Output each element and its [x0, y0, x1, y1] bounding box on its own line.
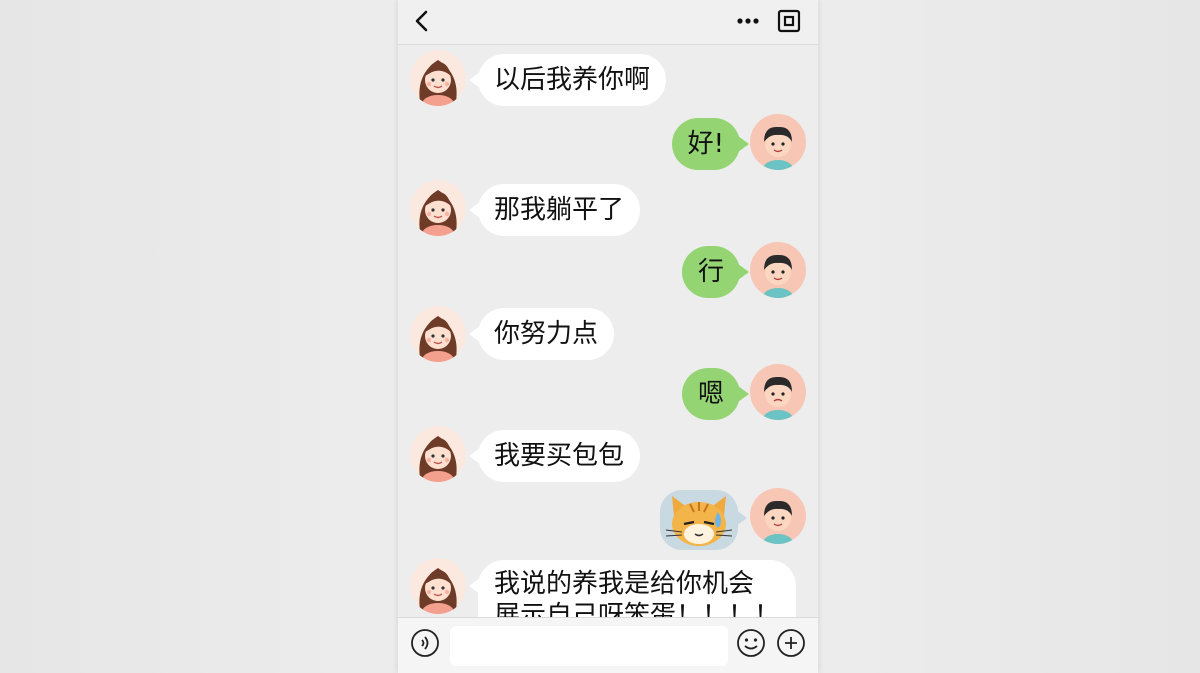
chat-header	[398, 0, 818, 45]
my-avatar[interactable]	[750, 242, 806, 298]
contact-avatar[interactable]	[410, 426, 466, 482]
message-bubble-sent[interactable]: 嗯	[681, 368, 750, 420]
chevron-left-icon[interactable]	[410, 8, 436, 34]
contact-avatar[interactable]	[410, 180, 466, 236]
boy-avatar-icon	[763, 500, 793, 544]
girl-avatar-icon	[419, 190, 457, 236]
contact-avatar[interactable]	[410, 50, 466, 106]
message-bubble-received[interactable]: 你努力点	[468, 308, 615, 360]
plus-circle-icon[interactable]	[776, 628, 806, 658]
girl-avatar-icon	[419, 436, 457, 482]
boy-avatar-icon	[763, 254, 793, 298]
message-bubble-sent[interactable]: 行	[681, 246, 750, 298]
contact-avatar[interactable]	[410, 306, 466, 362]
message-line: 我说的养我是给你机会	[494, 569, 755, 599]
girl-avatar-icon	[419, 316, 457, 362]
girl-avatar-icon	[419, 60, 457, 106]
my-avatar[interactable]	[750, 114, 806, 170]
sticker-message[interactable]	[660, 490, 747, 550]
boy-avatar-icon	[763, 126, 793, 170]
girl-avatar-icon	[419, 568, 457, 614]
my-avatar[interactable]	[750, 364, 806, 420]
message-bubble-sent[interactable]: 好!	[671, 118, 750, 170]
contact-avatar[interactable]	[410, 558, 466, 614]
sweating-cat-sticker-icon	[665, 496, 733, 546]
boy-avatar-icon	[763, 376, 793, 420]
message-bubble-received[interactable]: 那我躺平了	[468, 184, 641, 236]
message-input[interactable]	[450, 626, 728, 666]
square-frame-icon[interactable]	[776, 8, 802, 34]
chat-window: 以后我养你啊 好! 那我躺平了 行 你努力点 嗯 我要买包包 我说的养我是给你机…	[398, 0, 818, 673]
input-bar	[398, 617, 818, 673]
message-bubble-received[interactable]: 我要买包包	[468, 430, 641, 482]
message-bubble-received[interactable]: 以后我养你啊	[468, 54, 667, 106]
my-avatar[interactable]	[750, 488, 806, 544]
screen-background: 以后我养你啊 好! 那我躺平了 行 你努力点 嗯 我要买包包 我说的养我是给你机…	[0, 0, 1200, 673]
smiley-icon[interactable]	[736, 628, 766, 658]
voice-icon[interactable]	[410, 628, 440, 658]
ellipsis-icon[interactable]	[734, 8, 762, 34]
